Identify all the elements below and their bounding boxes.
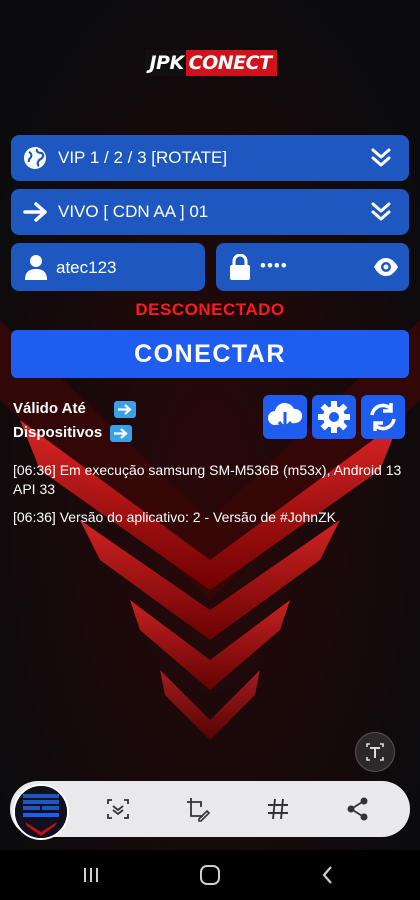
gear-icon [318, 401, 350, 433]
chevron-double-down-icon [371, 148, 391, 167]
log-entry: [06:36] Versão do aplicativo: 2 - Versão… [13, 509, 336, 525]
back-icon[interactable] [318, 864, 338, 886]
arrow-right-icon [110, 424, 133, 442]
edit-crop-icon[interactable] [184, 795, 212, 823]
share-icon[interactable] [344, 795, 372, 823]
connection-status: DESCONECTADO [135, 300, 285, 319]
user-icon [25, 255, 47, 280]
refresh-icon [370, 403, 396, 431]
eye-icon[interactable] [373, 257, 399, 277]
server-select[interactable]: VIP 1 / 2 / 3 [ROTATE] [11, 135, 409, 181]
network-label: VIVO [ CDN AA ] 01 [58, 202, 209, 221]
home-icon[interactable] [198, 864, 222, 886]
recent-apps-icon[interactable] [81, 865, 101, 885]
connect-button[interactable]: CONECTAR [11, 330, 409, 378]
logo-part1: JPK [145, 50, 186, 76]
password-field[interactable]: •••• [216, 243, 409, 291]
lock-icon [230, 254, 250, 280]
devices-label: Dispositivos [13, 424, 103, 441]
globe-icon [24, 147, 46, 169]
log-entry: [06:36] Em execução samsung SM-M536B (m5… [13, 462, 402, 497]
app-logo: JPK CONECT [145, 48, 277, 78]
username-value: atec123 [56, 258, 117, 277]
text-extract-button[interactable] [355, 732, 395, 772]
valid-until-label: Válido Até [13, 400, 86, 417]
hashtag-icon[interactable] [264, 795, 292, 823]
logo-part2: CONECT [185, 50, 277, 76]
arrow-right-icon [23, 202, 47, 222]
scroll-capture-icon[interactable] [104, 795, 132, 823]
password-value: •••• [260, 256, 288, 275]
username-field[interactable]: atec123 [11, 243, 205, 291]
text-scan-icon [366, 743, 384, 761]
network-select[interactable]: VIVO [ CDN AA ] 01 [11, 189, 409, 235]
cloud-download-button[interactable] [263, 395, 307, 439]
chevron-double-down-icon [371, 202, 391, 221]
server-label: VIP 1 / 2 / 3 [ROTATE] [58, 148, 228, 167]
refresh-button[interactable] [361, 395, 405, 439]
arrow-right-icon [113, 400, 136, 418]
screenshot-thumbnail[interactable] [13, 784, 69, 840]
settings-button[interactable] [312, 395, 356, 439]
thumbnail-preview-icon [15, 786, 67, 838]
devices-row: Dispositivos [13, 424, 133, 442]
valid-until-row: Válido Até [13, 400, 136, 418]
cloud-download-icon [268, 402, 303, 432]
